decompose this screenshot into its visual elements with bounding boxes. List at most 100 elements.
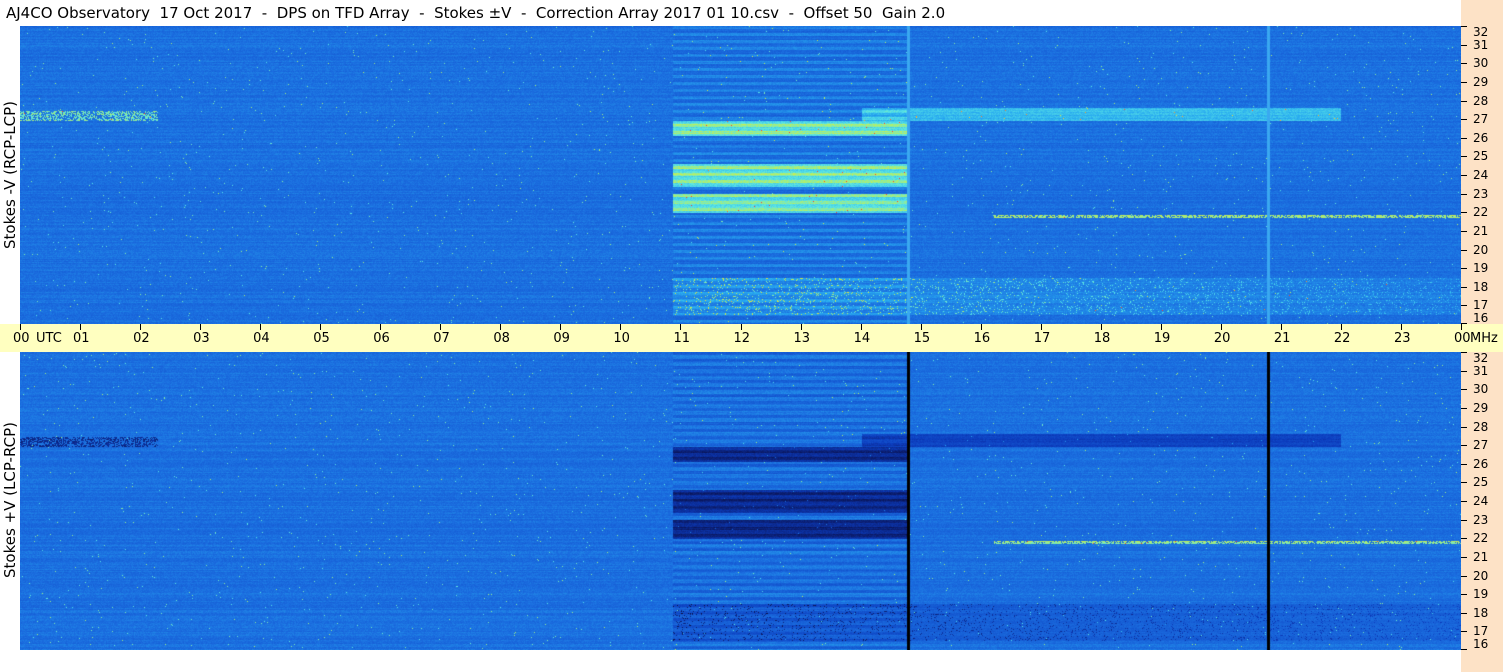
freq-tick-label: 32 bbox=[1473, 25, 1489, 39]
freq-tick bbox=[1461, 249, 1467, 251]
freq-tick bbox=[1461, 501, 1467, 502]
freq-tick bbox=[1461, 426, 1467, 428]
freq-tick-label: 30 bbox=[1473, 56, 1489, 71]
freq-tick bbox=[1461, 100, 1467, 102]
time-tick bbox=[1220, 324, 1222, 330]
freq-tick-label: 18 bbox=[1473, 605, 1489, 620]
freq-tick-label: 26 bbox=[1473, 456, 1489, 471]
time-tick-label: 19 bbox=[1153, 331, 1171, 346]
chart-title: AJ4CO Observatory 17 Oct 2017 - DPS on T… bbox=[6, 4, 946, 22]
freq-tick-label: 27 bbox=[1473, 438, 1489, 453]
freq-tick-label: 16 bbox=[1473, 637, 1489, 651]
freq-tick-label: 25 bbox=[1473, 475, 1489, 490]
freq-tick bbox=[1461, 482, 1467, 484]
spectrogram-top bbox=[20, 26, 1461, 324]
freq-tick bbox=[1461, 556, 1467, 558]
freq-tick-label: 19 bbox=[1473, 261, 1489, 276]
freq-tick bbox=[1461, 612, 1467, 614]
freq-axis-footer bbox=[1461, 650, 1503, 672]
time-tick-label: 16 bbox=[973, 331, 991, 346]
freq-tick bbox=[1461, 26, 1467, 27]
freq-tick bbox=[1461, 519, 1467, 521]
time-tick bbox=[1461, 324, 1462, 330]
time-tick-label: 12 bbox=[733, 331, 751, 346]
freq-tick-label: 27 bbox=[1473, 112, 1489, 127]
freq-tick-label: 21 bbox=[1473, 549, 1489, 564]
time-tick bbox=[80, 324, 82, 330]
freq-tick-label: 17 bbox=[1473, 298, 1489, 313]
time-tick bbox=[1100, 324, 1102, 330]
freq-tick bbox=[1461, 407, 1467, 409]
freq-tick bbox=[1461, 44, 1467, 46]
freq-tick-label: 31 bbox=[1473, 37, 1489, 52]
freq-tick-label: 32 bbox=[1473, 351, 1489, 365]
freq-axis-top: 32 31 30 29 28 27 26 25 24 23 22 21 20 19 18 17 16 bbox=[1461, 26, 1503, 324]
freq-tick bbox=[1461, 286, 1467, 288]
time-unit-label: UTC bbox=[36, 331, 62, 346]
freq-tick-label: 30 bbox=[1473, 382, 1489, 397]
time-tick-label: 15 bbox=[913, 331, 931, 346]
time-tick-label: 07 bbox=[433, 331, 450, 346]
freq-tick bbox=[1461, 463, 1467, 465]
time-tick-label: 21 bbox=[1273, 331, 1291, 346]
freq-tick bbox=[1461, 445, 1467, 447]
freq-tick bbox=[1461, 156, 1467, 158]
spectrogram-bottom bbox=[20, 352, 1461, 650]
freq-tick-label: 20 bbox=[1473, 568, 1489, 583]
time-tick-label: 05 bbox=[313, 331, 330, 346]
time-tick bbox=[1400, 324, 1402, 330]
freq-tick bbox=[1461, 230, 1467, 232]
freq-tick-label: 16 bbox=[1473, 311, 1489, 325]
freq-tick bbox=[1461, 81, 1467, 83]
freq-tick-label: 28 bbox=[1473, 93, 1489, 108]
time-tick-label: 13 bbox=[793, 331, 811, 346]
time-tick-label: 01 bbox=[73, 331, 90, 346]
freq-tick-label: 28 bbox=[1473, 419, 1489, 434]
time-tick-label: 00 bbox=[1454, 331, 1471, 346]
time-tick-label: 20 bbox=[1213, 331, 1231, 346]
freq-tick-label: 24 bbox=[1473, 168, 1489, 182]
freq-tick bbox=[1461, 137, 1467, 139]
time-tick-label: 11 bbox=[673, 331, 690, 346]
freq-tick bbox=[1461, 63, 1467, 65]
freq-tick-label: 23 bbox=[1473, 186, 1489, 201]
freq-tick bbox=[1461, 538, 1467, 540]
time-tick bbox=[200, 324, 202, 330]
freq-axis-corner bbox=[1461, 0, 1503, 26]
time-tick-label: 08 bbox=[493, 331, 510, 346]
freq-tick bbox=[1461, 212, 1467, 214]
freq-tick-label: 23 bbox=[1473, 512, 1489, 527]
freq-tick-label: 18 bbox=[1473, 279, 1489, 294]
time-tick bbox=[1160, 324, 1162, 330]
time-tick-label: 02 bbox=[133, 331, 150, 346]
time-tick-label: 18 bbox=[1093, 331, 1111, 346]
freq-axis-bottom: 32 31 30 29 28 27 26 25 24 23 22 21 20 19 18 17 16 bbox=[1461, 352, 1503, 650]
time-tick bbox=[1280, 324, 1282, 330]
freq-tick bbox=[1461, 119, 1467, 121]
time-tick-label: 00 bbox=[13, 331, 30, 346]
spectrogram-bottom-canvas bbox=[20, 352, 1461, 650]
freq-tick bbox=[1461, 594, 1467, 596]
time-tick-label: 10 bbox=[613, 331, 630, 346]
ylabel-top: Stokes -V (RCP-LCP) bbox=[1, 101, 19, 249]
freq-tick bbox=[1461, 175, 1467, 176]
time-tick bbox=[860, 324, 862, 330]
time-axis: 00 UTC 01 02 03 04 05 06 07 08 09 10 11 12 13 14 15 16 17 1… bbox=[0, 324, 1503, 352]
time-tick bbox=[20, 324, 21, 330]
time-tick bbox=[1340, 324, 1342, 330]
freq-tick-label: 22 bbox=[1473, 531, 1489, 546]
freq-tick bbox=[1461, 268, 1467, 270]
time-tick-label: 14 bbox=[853, 331, 871, 346]
time-tick-label: 22 bbox=[1333, 331, 1351, 346]
time-tick bbox=[380, 324, 382, 330]
freq-tick-label: 25 bbox=[1473, 149, 1489, 164]
time-tick-label: 23 bbox=[1393, 331, 1411, 346]
time-tick bbox=[740, 324, 742, 330]
freq-tick-label: 29 bbox=[1473, 74, 1489, 89]
bottom-band bbox=[0, 650, 1503, 672]
time-tick bbox=[140, 324, 142, 330]
freq-tick-label: 31 bbox=[1473, 363, 1489, 378]
time-tick-label: 17 bbox=[1033, 331, 1051, 346]
freq-tick bbox=[1461, 575, 1467, 577]
time-tick-label: 04 bbox=[253, 331, 270, 346]
